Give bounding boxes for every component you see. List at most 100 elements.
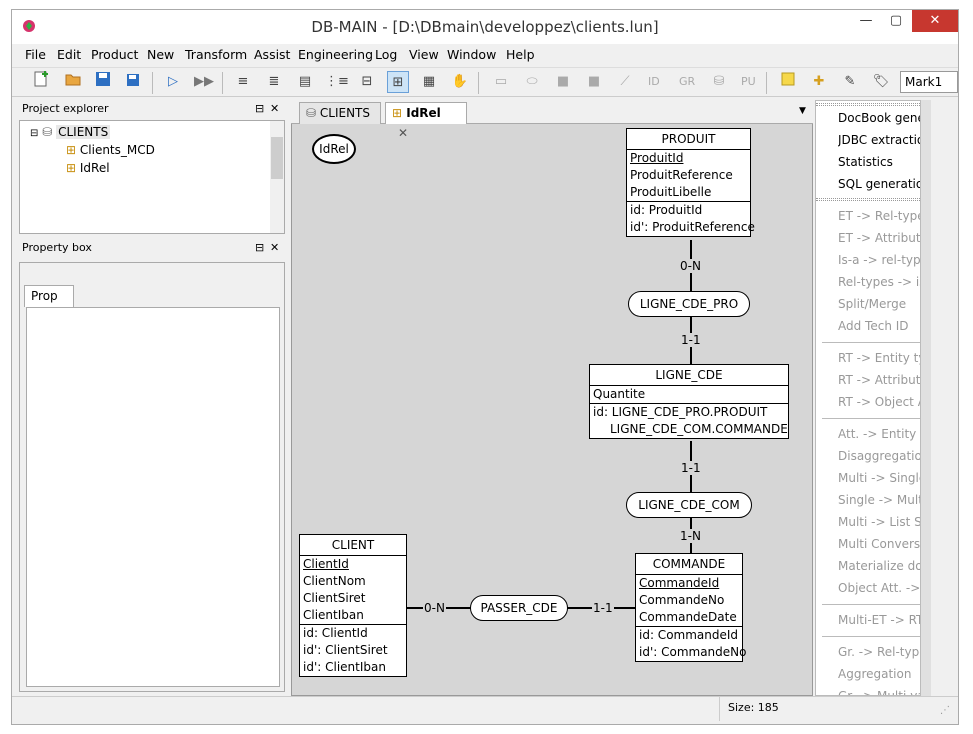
save-icon[interactable] bbox=[92, 71, 114, 93]
assist-panel-scrollbar[interactable] bbox=[921, 100, 931, 696]
entity-produit[interactable]: PRODUIT ProduitId ProduitReference Produ… bbox=[626, 128, 755, 237]
graph-view-icon[interactable]: ⊟ bbox=[356, 71, 378, 93]
status-bar: Size: 185 ⋰ bbox=[12, 696, 958, 721]
marker-icon[interactable]: ✎ bbox=[839, 71, 861, 93]
new-project-icon[interactable] bbox=[30, 71, 52, 93]
close-panel-icon[interactable]: ✕ bbox=[270, 101, 279, 117]
transform-item[interactable]: Split/Merge bbox=[838, 293, 920, 315]
compact-view-icon[interactable]: ▦ bbox=[418, 71, 440, 93]
tool-docbook-generation[interactable]: DocBook generation bbox=[838, 107, 920, 129]
transform-item[interactable]: RT -> Attribute bbox=[838, 369, 920, 391]
hand-pan-icon[interactable]: ✋ bbox=[449, 71, 471, 93]
transform-item[interactable]: Att. -> Entity typ bbox=[838, 423, 920, 445]
group-icon[interactable]: ■ bbox=[583, 71, 605, 93]
tag-icon[interactable]: 🏷 bbox=[870, 71, 892, 93]
menu-log[interactable]: Log bbox=[375, 47, 397, 62]
scroll-thumb[interactable] bbox=[271, 137, 283, 179]
schema-label[interactable]: IdRel bbox=[312, 134, 356, 164]
transform-item[interactable]: Multi -> Single bbox=[838, 467, 920, 489]
transform-item[interactable]: Gr. -> Multi-valu bbox=[838, 685, 920, 695]
mark-select[interactable]: Mark1 bbox=[900, 71, 958, 93]
transform-item[interactable]: Object Att. -> R bbox=[838, 577, 920, 599]
transform-item[interactable]: Aggregation bbox=[838, 663, 920, 685]
transform-item[interactable]: ET -> Attribute bbox=[838, 227, 920, 249]
entity-commande[interactable]: COMMANDE CommandeId CommandeNo CommandeD… bbox=[635, 553, 746, 662]
menu-assist[interactable]: Assist bbox=[254, 47, 290, 62]
transform-item[interactable]: Single -> Multi bbox=[838, 489, 920, 511]
menu-edit[interactable]: Edit bbox=[57, 47, 81, 62]
note-icon[interactable] bbox=[777, 71, 799, 93]
entity-name: PRODUIT bbox=[627, 129, 750, 150]
open-folder-icon[interactable] bbox=[62, 71, 84, 93]
menu-window[interactable]: Window bbox=[447, 47, 496, 62]
entity-identifier: id: ProduitId bbox=[630, 203, 703, 217]
tree-scrollbar[interactable] bbox=[270, 121, 284, 233]
relation-icon[interactable]: ⬭ bbox=[521, 71, 543, 93]
tree-item-clients-mcd[interactable]: ⊞ Clients_MCD bbox=[66, 141, 155, 159]
database-icon: ⛁ bbox=[42, 125, 53, 139]
menu-view[interactable]: View bbox=[409, 47, 439, 62]
restore-panel-icon[interactable]: ⊟ bbox=[255, 101, 264, 117]
minimize-button[interactable]: — bbox=[852, 10, 880, 32]
transform-item[interactable]: Rel-types -> is-a bbox=[838, 271, 920, 293]
transform-item[interactable]: Materialize dom bbox=[838, 555, 920, 577]
tab-prop[interactable]: Prop bbox=[24, 285, 74, 307]
close-tab-icon[interactable]: ✕ bbox=[398, 126, 408, 140]
tree-item-idrel[interactable]: ⊞ IdRel bbox=[66, 159, 110, 177]
play-icon[interactable]: ▷ bbox=[162, 71, 184, 93]
schema-icon: ⊞ bbox=[66, 143, 77, 157]
collapse-icon[interactable]: ⊟ bbox=[30, 128, 38, 139]
tab-idrel[interactable]: ⊞ IdRel ✕ bbox=[385, 102, 467, 140]
fast-forward-icon[interactable]: ▶▶ bbox=[193, 71, 215, 93]
tree-root[interactable]: ⊟ ⛁ CLIENTS bbox=[30, 123, 111, 141]
property-content bbox=[26, 307, 280, 687]
tab-dropdown-icon[interactable]: ▼ bbox=[799, 106, 806, 116]
menu-file[interactable]: File bbox=[25, 47, 46, 62]
close-panel-icon[interactable]: ✕ bbox=[270, 240, 279, 256]
transform-item[interactable]: Add Tech ID bbox=[838, 315, 920, 337]
align-left-icon[interactable]: ≡ bbox=[232, 71, 254, 93]
gr-tool[interactable]: GR bbox=[679, 72, 695, 92]
transform-item[interactable]: ET -> Rel-type bbox=[838, 205, 920, 227]
transform-item[interactable]: Multi -> List Sin bbox=[838, 511, 920, 533]
transform-item[interactable]: RT -> Object At bbox=[838, 391, 920, 413]
link-icon[interactable]: ⟋ bbox=[614, 71, 636, 93]
note-link-icon[interactable]: ✚ bbox=[808, 71, 830, 93]
transform-item[interactable]: Is-a -> rel-types bbox=[838, 249, 920, 271]
menu-product[interactable]: Product bbox=[91, 47, 138, 62]
transform-item[interactable]: RT -> Entity typ bbox=[838, 347, 920, 369]
close-button[interactable]: ✕ bbox=[912, 10, 958, 32]
relation-passer-cde[interactable]: PASSER_CDE bbox=[470, 595, 568, 621]
relation-ligne-cde-pro[interactable]: LIGNE_CDE_PRO bbox=[628, 291, 750, 317]
transform-item[interactable]: Multi-ET -> RT bbox=[838, 609, 920, 631]
menu-help[interactable]: Help bbox=[506, 47, 535, 62]
save-as-icon[interactable] bbox=[123, 71, 145, 93]
tab-clients[interactable]: ⛁ CLIENTS bbox=[299, 102, 381, 124]
collection-icon[interactable]: ⛁ bbox=[708, 71, 730, 93]
transform-item[interactable]: Gr. -> Rel-type bbox=[838, 641, 920, 663]
entity-icon[interactable]: ▭ bbox=[490, 71, 512, 93]
restore-panel-icon[interactable]: ⊟ bbox=[255, 240, 264, 256]
tree-view-icon[interactable]: ⋮≡ bbox=[325, 71, 349, 93]
entity-ligne-cde[interactable]: LIGNE_CDE Quantite id: LIGNE_CDE_PRO.PRO… bbox=[589, 364, 789, 439]
tool-sql-generation[interactable]: SQL generation bbox=[838, 173, 920, 195]
resize-grip-icon[interactable]: ⋰ bbox=[940, 705, 950, 716]
align-center-icon[interactable]: ≣ bbox=[263, 71, 285, 93]
pu-tool[interactable]: PU bbox=[741, 72, 756, 92]
relation-ligne-cde-com[interactable]: LIGNE_CDE_COM bbox=[626, 492, 752, 518]
tool-jdbc-extraction[interactable]: JDBC extraction bbox=[838, 129, 920, 151]
text-view-icon[interactable]: ▤ bbox=[294, 71, 316, 93]
transform-item[interactable]: Disaggregation bbox=[838, 445, 920, 467]
menu-transform[interactable]: Transform bbox=[185, 47, 247, 62]
transform-item[interactable]: Multi Conversio bbox=[838, 533, 920, 555]
menu-new[interactable]: New bbox=[147, 47, 174, 62]
tool-statistics[interactable]: Statistics bbox=[838, 151, 920, 173]
menu-engineering[interactable]: Engineering bbox=[298, 47, 373, 62]
maximize-button[interactable]: ▢ bbox=[882, 10, 910, 32]
entity-client[interactable]: CLIENT ClientId ClientNom ClientSiret Cl… bbox=[299, 534, 407, 677]
attribute-icon[interactable]: ■ bbox=[552, 71, 574, 93]
schema-view-icon[interactable]: ⊞ bbox=[387, 71, 409, 93]
entity-identifier: id': ProduitReference bbox=[630, 220, 755, 234]
id-tool[interactable]: ID bbox=[648, 72, 660, 92]
entity-attribute: ClientId bbox=[303, 557, 349, 571]
